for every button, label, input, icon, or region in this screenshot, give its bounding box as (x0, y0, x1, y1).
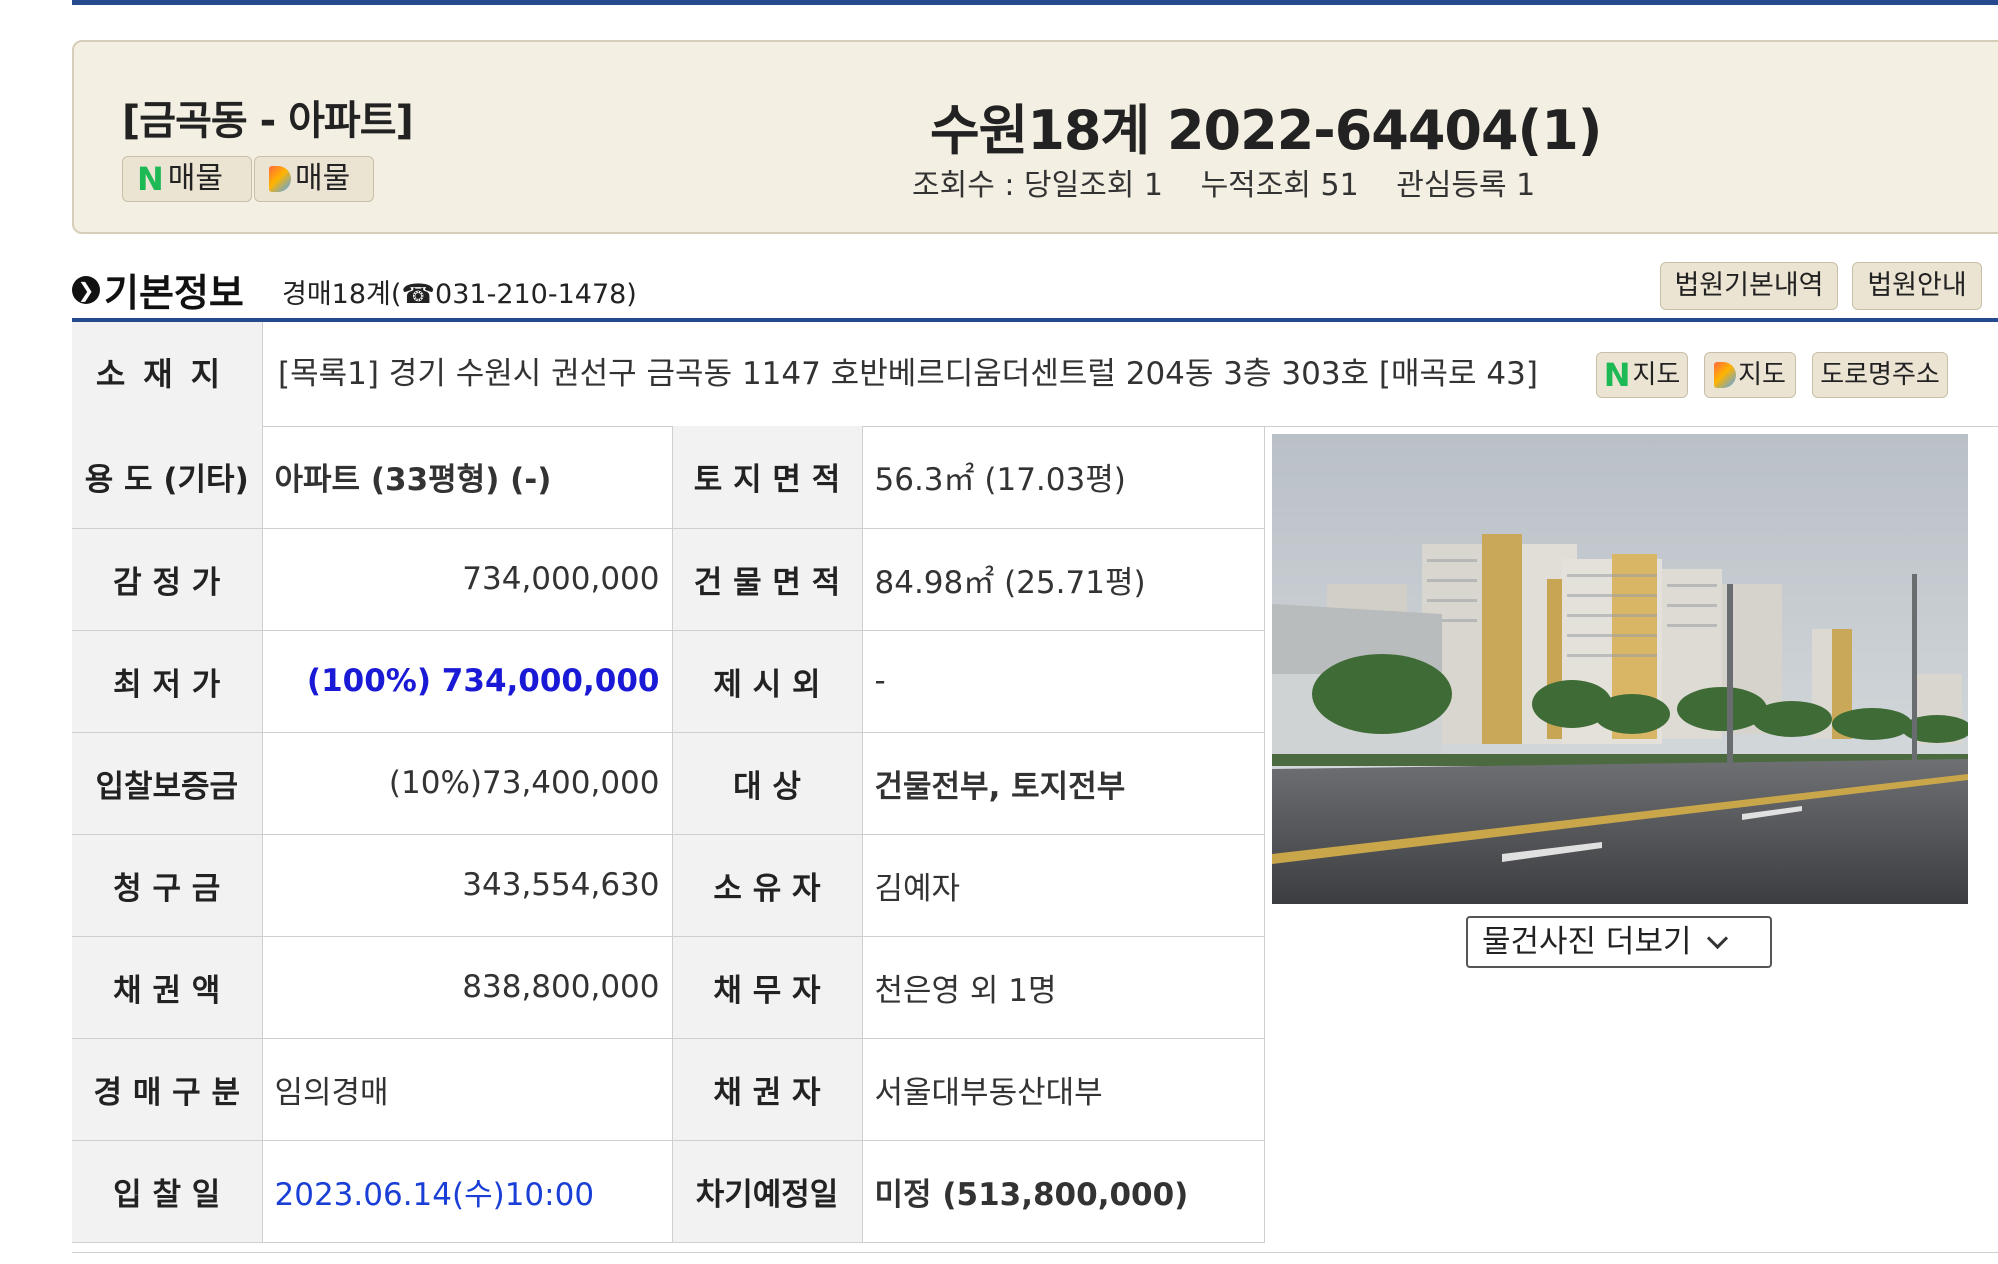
naver-n-icon: N (1603, 356, 1631, 394)
court-history-button[interactable]: 법원기본내역 (1660, 262, 1838, 310)
building-area-value: 84.98㎡ (25.71평) (862, 528, 1265, 631)
top-accent-line (72, 0, 1998, 5)
section-title: ❯ 기본정보 (72, 262, 244, 317)
daum-map-button[interactable]: 지도 (1704, 352, 1796, 398)
daum-d-icon (1714, 362, 1737, 388)
owner-value: 김예자 (862, 834, 1265, 937)
naver-listing-label: 매물 (167, 161, 223, 196)
building-area-label: 건 물 면 적 (672, 528, 863, 631)
table-row: 채 권 액 838,800,000 채 무 자 천은영 외 1명 (72, 936, 1265, 1039)
owner-label: 소 유 자 (672, 834, 863, 937)
table-row: 최 저 가 (100%) 734,000,000 제 시 외 - (72, 630, 1265, 733)
road-address-button[interactable]: 도로명주소 (1812, 352, 1948, 398)
claim-value: 343,554,630 (262, 834, 673, 937)
naver-map-button[interactable]: N 지도 (1596, 352, 1688, 398)
table-row: 청 구 금 343,554,630 소 유 자 김예자 (72, 834, 1265, 937)
min-price-value: (100%) 734,000,000 (262, 630, 673, 733)
circle-arrow-icon: ❯ (72, 275, 100, 304)
naver-listing-button[interactable]: N 매물 (122, 156, 252, 202)
deposit-value: (10%)73,400,000 (262, 732, 673, 835)
chevron-down-icon (1706, 927, 1728, 949)
table-bottom-border (72, 1252, 1998, 1253)
daum-listing-button[interactable]: 매물 (254, 156, 374, 202)
auction-type-label: 경 매 구 분 (72, 1038, 263, 1141)
total-views: 누적조회 51 (1200, 168, 1359, 203)
photo-more-label: 물건사진 더보기 (1482, 924, 1692, 960)
next-date-value: 미정 (513,800,000) (862, 1140, 1265, 1243)
next-date-label: 차기예정일 (672, 1140, 863, 1243)
photo-more-dropdown[interactable]: 물건사진 더보기 (1466, 916, 1772, 968)
table-row: 입찰보증금 (10%)73,400,000 대 상 건물전부, 토지전부 (72, 732, 1265, 835)
court-contact: 경매18계(☎031-210-1478) (282, 279, 637, 310)
usage-value: 아파트 (33평형) (-) (262, 426, 673, 529)
extra-value: - (862, 630, 1265, 733)
extra-label: 제 시 외 (672, 630, 863, 733)
bond-amount-label: 채 권 액 (72, 936, 263, 1039)
view-counts: 조회수 : 당일조회 1 누적조회 51 관심등록 1 (912, 160, 1563, 204)
naver-n-icon: N (137, 160, 164, 198)
min-price-label: 최 저 가 (72, 630, 263, 733)
section-title-text: 기본정보 (104, 271, 244, 315)
property-photo-illustration (1272, 434, 1968, 904)
category-title: [금곡동 - 아파트] (122, 98, 414, 144)
land-area-label: 토 지 면 적 (672, 426, 863, 529)
auction-type-value: 임의경매 (262, 1038, 673, 1141)
debtor-value: 천은영 외 1명 (862, 936, 1265, 1039)
info-table: 용 도 (기타) 아파트 (33평형) (-) 토 지 면 적 56.3㎡ (1… (72, 426, 1265, 1243)
target-label: 대 상 (672, 732, 863, 835)
deposit-label: 입찰보증금 (72, 732, 263, 835)
debtor-label: 채 무 자 (672, 936, 863, 1039)
table-row: 경 매 구 분 임의경매 채 권 자 서울대부동산대부 (72, 1038, 1265, 1141)
today-views: 조회수 : 당일조회 1 (912, 168, 1164, 203)
appraisal-value: 734,000,000 (262, 528, 673, 631)
address-value: [목록1] 경기 수원시 권선구 금곡동 1147 호반베르디움더센트럴 204… (278, 356, 1538, 392)
daum-d-icon (269, 166, 291, 192)
address-label: 소재지 (72, 322, 263, 426)
land-area-value: 56.3㎡ (17.03평) (862, 426, 1265, 529)
case-number-title: 수원18계 2022-64404(1) (930, 99, 1602, 162)
table-row: 감 정 가 734,000,000 건 물 면 적 84.98㎡ (25.71평… (72, 528, 1265, 631)
naver-map-label: 지도 (1632, 360, 1681, 390)
usage-label: 용 도 (기타) (72, 426, 263, 529)
address-row: 소재지 [목록1] 경기 수원시 권선구 금곡동 1147 호반베르디움더센트럴… (72, 322, 1998, 427)
table-row: 입 찰 일 2023.06.14(수)10:00 차기예정일 미정 (513,8… (72, 1140, 1265, 1243)
property-photo[interactable] (1272, 434, 1968, 904)
bid-date-link[interactable]: 2023.06.14(수)10:00 (262, 1140, 673, 1243)
interest-count: 관심등록 1 (1396, 168, 1536, 203)
table-row: 용 도 (기타) 아파트 (33평형) (-) 토 지 면 적 56.3㎡ (1… (72, 426, 1265, 529)
listing-header: [금곡동 - 아파트] N 매물 매물 수원18계 2022-64404(1) … (72, 40, 1998, 234)
bid-date-label: 입 찰 일 (72, 1140, 263, 1243)
target-value: 건물전부, 토지전부 (862, 732, 1265, 835)
creditor-value: 서울대부동산대부 (862, 1038, 1265, 1141)
appraisal-label: 감 정 가 (72, 528, 263, 631)
daum-map-label: 지도 (1738, 360, 1786, 390)
creditor-label: 채 권 자 (672, 1038, 863, 1141)
bond-amount-value: 838,800,000 (262, 936, 673, 1039)
court-guide-button[interactable]: 법원안내 (1852, 262, 1982, 310)
claim-label: 청 구 금 (72, 834, 263, 937)
daum-listing-label: 매물 (295, 161, 351, 196)
